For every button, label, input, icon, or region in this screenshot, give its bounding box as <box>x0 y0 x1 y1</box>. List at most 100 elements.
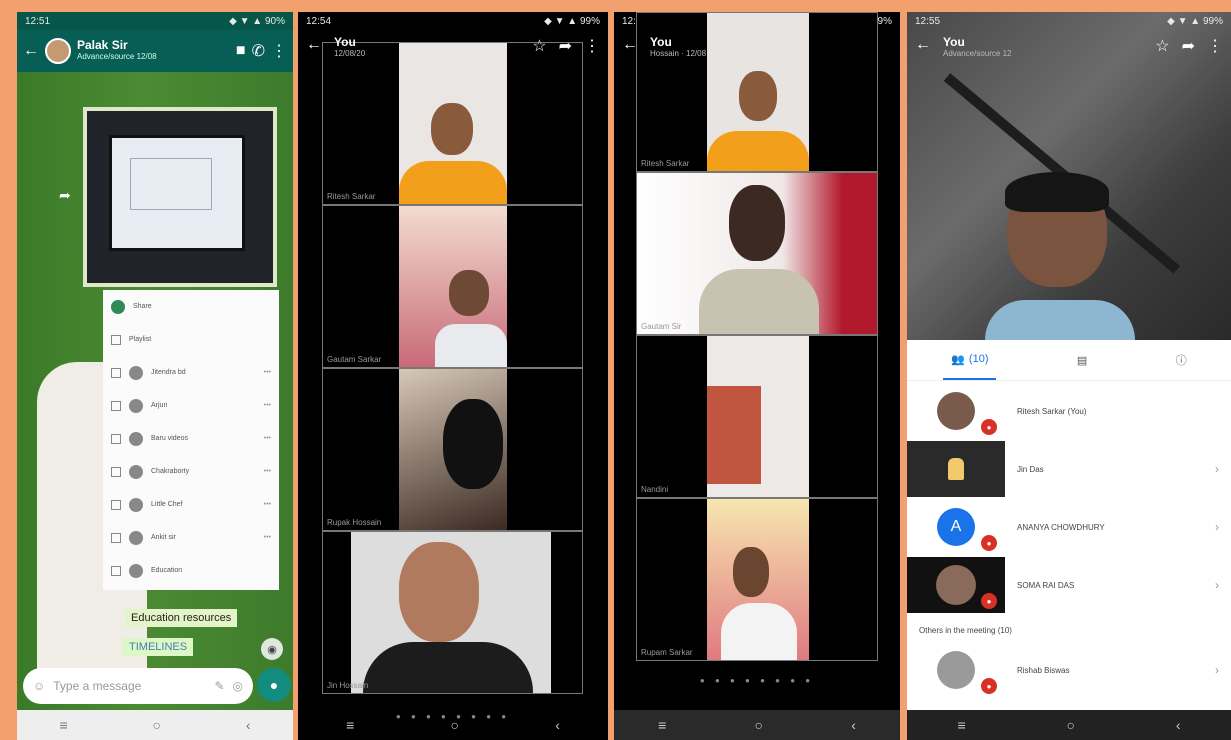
recents-icon[interactable]: ≡ <box>957 717 965 733</box>
participant-name: Gautam Sir <box>641 322 682 331</box>
system-nav-bar: ≡ ○ ‹ <box>17 710 293 740</box>
recents-icon[interactable]: ≡ <box>59 717 67 733</box>
camera-icon[interactable]: ◎ <box>233 679 243 693</box>
back-arrow-icon[interactable]: ← <box>622 36 638 54</box>
status-bar: 12:51 ◆ ▼ ▲ 90% <box>17 12 293 30</box>
list-item: Education <box>103 554 279 587</box>
participant-name: Rishab Biswas <box>1017 665 1070 675</box>
chat-header: ← Palak Sir Advance/source 12/08 ■ ✆ ⋮ <box>17 30 293 72</box>
meeting-tabs: 👥 (10) ▤ ⓘ <box>907 340 1231 381</box>
status-icons: ◆ ▼ ▲ 99% <box>544 15 600 27</box>
tab-people[interactable]: 👥 (10) <box>943 340 997 380</box>
contact-name: Palak Sir <box>77 38 128 52</box>
meet-grid-screen-2: 12:54 ◆ ▼ ▲ 99% ← YouHossain · 12/08 Rit… <box>614 12 900 740</box>
chevron-right-icon: › <box>1215 663 1219 677</box>
mic-muted-icon: ● <box>981 419 997 435</box>
back-arrow-icon[interactable]: ← <box>915 36 931 54</box>
mic-icon[interactable]: ● <box>257 668 291 702</box>
status-time: 12:51 <box>25 15 51 27</box>
tab-chat[interactable]: ▤ <box>1069 340 1095 380</box>
participant-name: Gautam Sarkar <box>327 355 382 364</box>
tab-info[interactable]: ⓘ <box>1168 340 1195 380</box>
participant-list: ● Ritesh Sarkar (You) Jin Das › A ● ANANYA… <box>907 382 1231 699</box>
participant-row[interactable]: ● Rishab Biswas › <box>907 641 1231 699</box>
home-icon[interactable]: ○ <box>755 717 763 733</box>
more-options-icon[interactable]: ⋮ <box>584 36 600 56</box>
participant-tile[interactable]: Rupam Sarkar <box>636 498 878 661</box>
participant-tile[interactable]: Gautam Sir <box>636 172 878 335</box>
participant-name: Rupak Hossain <box>327 518 382 527</box>
participant-name: Ritesh Sarkar (You) <box>1017 406 1087 416</box>
image-message[interactable] <box>83 107 277 287</box>
voice-call-icon[interactable]: ✆ <box>252 41 265 61</box>
star-icon[interactable]: ☆ <box>1155 36 1169 56</box>
participant-name: Jin Hossain <box>327 681 369 690</box>
participant-row[interactable]: ● SOMA RAI DAS › <box>907 556 1231 614</box>
more-options-icon[interactable]: ⋮ <box>271 41 287 61</box>
participant-name: Nandini <box>641 485 669 494</box>
attach-icon[interactable]: ✎ <box>214 679 224 693</box>
status-time: 12:55 <box>915 15 941 27</box>
mic-muted-icon: ● <box>981 535 997 551</box>
participant-tile[interactable]: Gautam Sarkar <box>322 205 583 368</box>
participant-tile[interactable]: Nandini <box>636 335 878 498</box>
chat-icon: ▤ <box>1076 354 1088 367</box>
status-icons: ◆ ▼ ▲ 99% <box>1167 15 1223 27</box>
home-icon[interactable]: ○ <box>1067 717 1075 733</box>
mic-muted-icon: ● <box>981 593 997 609</box>
whatsapp-screen: 12:51 ◆ ▼ ▲ 90% ← Palak Sir Advance/sour… <box>17 12 293 740</box>
participant-name: Rupam Sarkar <box>641 648 693 657</box>
back-arrow-icon[interactable]: ← <box>306 36 322 54</box>
list-item: Playlist <box>103 323 279 356</box>
system-nav-bar: ≡ ○ ‹ <box>614 710 900 740</box>
meeting-title: You <box>650 35 672 49</box>
participant-tile[interactable]: Rupak Hossain <box>322 368 583 531</box>
participant-row[interactable]: Jin Das › <box>907 440 1231 498</box>
participant-tile[interactable]: Jin Hossain <box>322 531 583 694</box>
shared-list-message[interactable]: Share Playlist Jitendra bd ••• Arjun ••• B… <box>103 290 279 590</box>
people-count: (10) <box>968 353 989 365</box>
status-bar: 12:54 ◆ ▼ ▲ 99% <box>298 12 608 30</box>
back-icon[interactable]: ‹ <box>555 717 560 733</box>
avatar: A <box>937 508 975 546</box>
forward-icon[interactable]: ➦ <box>59 187 71 204</box>
contact-avatar[interactable] <box>45 38 71 64</box>
chevron-right-icon: › <box>1215 578 1219 592</box>
share-icon[interactable]: ➦ <box>559 36 572 56</box>
message-placeholder: Type a message <box>53 679 142 693</box>
meet-header: ← You Hossain · 12/08 <box>614 30 900 70</box>
contact-info[interactable]: Palak Sir Advance/source 12/08 <box>77 39 230 63</box>
back-icon[interactable]: ‹ <box>246 717 251 733</box>
meeting-subtitle: 12/08/20 <box>334 49 366 58</box>
star-icon[interactable]: ☆ <box>532 36 546 56</box>
share-icon[interactable]: ➦ <box>1182 36 1195 56</box>
system-nav-bar: ≡ ○ ‹ <box>907 710 1231 740</box>
back-icon[interactable]: ‹ <box>1176 717 1181 733</box>
home-icon[interactable]: ○ <box>153 717 161 733</box>
camera-icon[interactable]: ◉ <box>261 638 283 660</box>
status-bar: 12:55 ◆ ▼ ▲ 99% <box>907 12 1231 30</box>
page-indicator[interactable]: ● ● ● ● ● ● ● ● <box>614 676 900 685</box>
caption-label: Education resources <box>125 609 238 627</box>
participant-row[interactable]: A ● ANANYA CHOWDHURY › <box>907 498 1231 556</box>
meet-grid-screen-1: 12:54 ◆ ▼ ▲ 99% ← You 12/08/20 ☆ ➦ ⋮ Rite… <box>298 12 608 740</box>
contact-subtitle: Advance/source 12/08 <box>77 52 157 61</box>
recents-icon[interactable]: ≡ <box>346 717 354 733</box>
more-options-icon[interactable]: ⋮ <box>1207 36 1223 56</box>
back-arrow-icon[interactable]: ← <box>23 42 39 60</box>
meet-header: ← You Advance/source 12 ☆ ➦ ⋮ <box>907 30 1231 70</box>
participant-name: ANANYA CHOWDHURY <box>1017 522 1105 532</box>
home-icon[interactable]: ○ <box>451 717 459 733</box>
meeting-title: You <box>334 35 356 49</box>
emoji-icon[interactable]: ☺ <box>33 679 45 693</box>
meet-header: ← You 12/08/20 ☆ ➦ ⋮ <box>298 30 608 70</box>
message-input[interactable]: ☺ Type a message ✎ ◎ <box>23 668 253 704</box>
meeting-subtitle: Advance/source 12 <box>943 49 1012 58</box>
video-call-icon[interactable]: ■ <box>236 42 246 60</box>
mic-muted-icon: ● <box>981 678 997 694</box>
status-icons: ◆ ▼ ▲ 90% <box>229 15 285 27</box>
recents-icon[interactable]: ≡ <box>658 717 666 733</box>
back-icon[interactable]: ‹ <box>851 717 856 733</box>
participant-row[interactable]: ● Ritesh Sarkar (You) <box>907 382 1231 440</box>
others-section-label: Others in the meeting (10) <box>919 626 1012 635</box>
